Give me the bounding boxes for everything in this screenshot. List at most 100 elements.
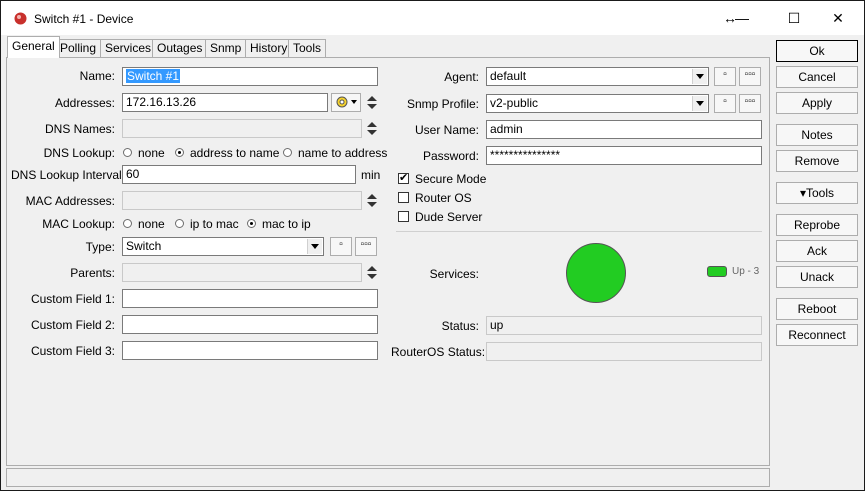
custom-field-2-input[interactable] [122, 315, 378, 334]
name-label: Name: [79, 69, 115, 83]
custom-field-3-input[interactable] [122, 341, 378, 360]
parents-updown[interactable] [367, 265, 377, 281]
type-label: Type: [85, 240, 115, 254]
dude-server-checkbox[interactable]: Dude Server [398, 210, 482, 224]
mac-addresses-updown[interactable] [367, 193, 377, 209]
routeros-status-label: RouterOS Status: [391, 345, 486, 359]
checkbox-label: Router OS [415, 191, 472, 205]
mac-lookup-mac-to-ip-radio[interactable]: mac to ip [247, 217, 311, 231]
radio-label: none [138, 217, 165, 231]
cancel-button[interactable]: Cancel [776, 66, 858, 88]
tab-snmp[interactable]: Snmp [205, 39, 247, 58]
radio-label: address to name [190, 146, 280, 160]
device-window: Switch #1 - Device ↔ — ☐ ✕ General Polli… [0, 0, 865, 491]
type-more-button[interactable]: ▫▫▫ [355, 237, 377, 256]
chevron-down-icon [692, 96, 707, 111]
tab-general[interactable]: General [7, 36, 60, 58]
checkbox-label: Secure Mode [415, 172, 487, 186]
radio-indicator [123, 219, 132, 228]
notes-button[interactable]: Notes [776, 124, 858, 146]
close-button[interactable]: ✕ [823, 7, 853, 29]
reprobe-button[interactable]: Reprobe [776, 214, 858, 236]
reboot-button[interactable]: Reboot [776, 298, 858, 320]
services-up-text: Up - 3 [732, 266, 760, 277]
ok-button[interactable]: Ok [776, 40, 858, 62]
agent-more-button[interactable]: ▫▫▫ [739, 67, 761, 86]
dns-lookup-address-to-name-radio[interactable]: address to name [175, 146, 279, 160]
tools-button[interactable]: ▾Tools [776, 182, 858, 204]
name-value: Switch #1 [126, 69, 181, 83]
custom-field-3-label: Custom Field 3: [30, 344, 115, 358]
unack-button[interactable]: Unack [776, 266, 858, 288]
custom-field-1-label: Custom Field 1: [30, 292, 115, 306]
tab-outages[interactable]: Outages [152, 39, 208, 58]
status-label: Status: [441, 319, 479, 333]
snmp-profile-label: Snmp Profile: [406, 97, 479, 111]
radio-indicator [175, 219, 184, 228]
mac-lookup-ip-to-mac-radio[interactable]: ip to mac [175, 217, 239, 231]
apply-button[interactable]: Apply [776, 92, 858, 114]
parents-label: Parents: [70, 266, 115, 280]
dns-lookup-none-radio[interactable]: none [123, 146, 165, 160]
agent-value: default [490, 69, 527, 83]
section-divider [396, 231, 762, 232]
type-select[interactable]: Switch [122, 237, 324, 256]
radio-indicator [175, 148, 184, 157]
addresses-updown[interactable] [367, 95, 377, 111]
title-bar: Switch #1 - Device ↔ — ☐ ✕ [1, 1, 864, 35]
radio-indicator [283, 148, 292, 157]
agent-select[interactable]: default [486, 67, 709, 86]
agent-edit-button[interactable]: ▫ [714, 67, 736, 86]
services-status-circle [566, 243, 626, 303]
dns-lookup-label: DNS Lookup: [43, 146, 115, 160]
minimize-button[interactable]: — [727, 7, 757, 29]
user-name-input[interactable]: admin [486, 120, 762, 139]
maximize-button[interactable]: ☐ [779, 7, 809, 29]
custom-field-1-input[interactable] [122, 289, 378, 308]
agent-label: Agent: [444, 70, 479, 84]
secure-mode-checkbox[interactable]: Secure Mode [398, 171, 487, 186]
status-value: up [486, 316, 762, 335]
chevron-down-icon [307, 239, 322, 254]
mac-addresses-label: MAC Addresses: [25, 194, 115, 208]
checkbox-indicator [398, 171, 409, 185]
user-name-label: User Name: [414, 123, 479, 137]
tab-services[interactable]: Services [100, 39, 157, 58]
name-input[interactable]: Switch #1 [122, 67, 378, 86]
remove-button[interactable]: Remove [776, 150, 858, 172]
status-bar [6, 468, 770, 487]
dns-names-updown[interactable] [367, 121, 377, 137]
password-label: Password: [422, 149, 479, 163]
addresses-label: Addresses: [54, 96, 115, 110]
dns-names-label: DNS Names: [44, 122, 115, 136]
general-panel [6, 57, 770, 466]
routeros-status-value [486, 342, 762, 361]
app-icon [14, 12, 27, 25]
radio-label: none [138, 146, 165, 160]
dns-names-input[interactable] [122, 119, 362, 138]
tab-tools[interactable]: Tools [288, 39, 327, 58]
reconnect-button[interactable]: Reconnect [776, 324, 858, 346]
tab-history[interactable]: History [245, 39, 293, 58]
router-os-checkbox[interactable]: Router OS [398, 191, 472, 205]
checkbox-indicator [398, 192, 409, 203]
mac-lookup-none-radio[interactable]: none [123, 217, 165, 231]
radio-label: ip to mac [190, 217, 239, 231]
parents-input[interactable] [122, 263, 362, 282]
tab-polling[interactable]: Polling [55, 39, 102, 58]
dns-interval-input[interactable]: 60 [122, 165, 356, 184]
addresses-lookup-button[interactable] [331, 93, 361, 112]
services-label: Services: [429, 267, 479, 281]
type-edit-button[interactable]: ▫ [330, 237, 352, 256]
snmp-profile-select[interactable]: v2-public [486, 94, 709, 113]
dns-interval-unit: min [361, 168, 381, 182]
ack-button[interactable]: Ack [776, 240, 858, 262]
snmp-profile-more-button[interactable]: ▫▫▫ [739, 94, 761, 113]
mac-addresses-input[interactable] [122, 191, 362, 210]
mac-lookup-label: MAC Lookup: [42, 217, 115, 231]
addresses-input[interactable]: 172.16.13.26 [122, 93, 328, 112]
snmp-profile-value: v2-public [490, 96, 539, 110]
dns-lookup-name-to-address-radio[interactable]: name to address [283, 146, 387, 160]
snmp-profile-edit-button[interactable]: ▫ [714, 94, 736, 113]
password-input[interactable]: *************** [486, 146, 762, 165]
